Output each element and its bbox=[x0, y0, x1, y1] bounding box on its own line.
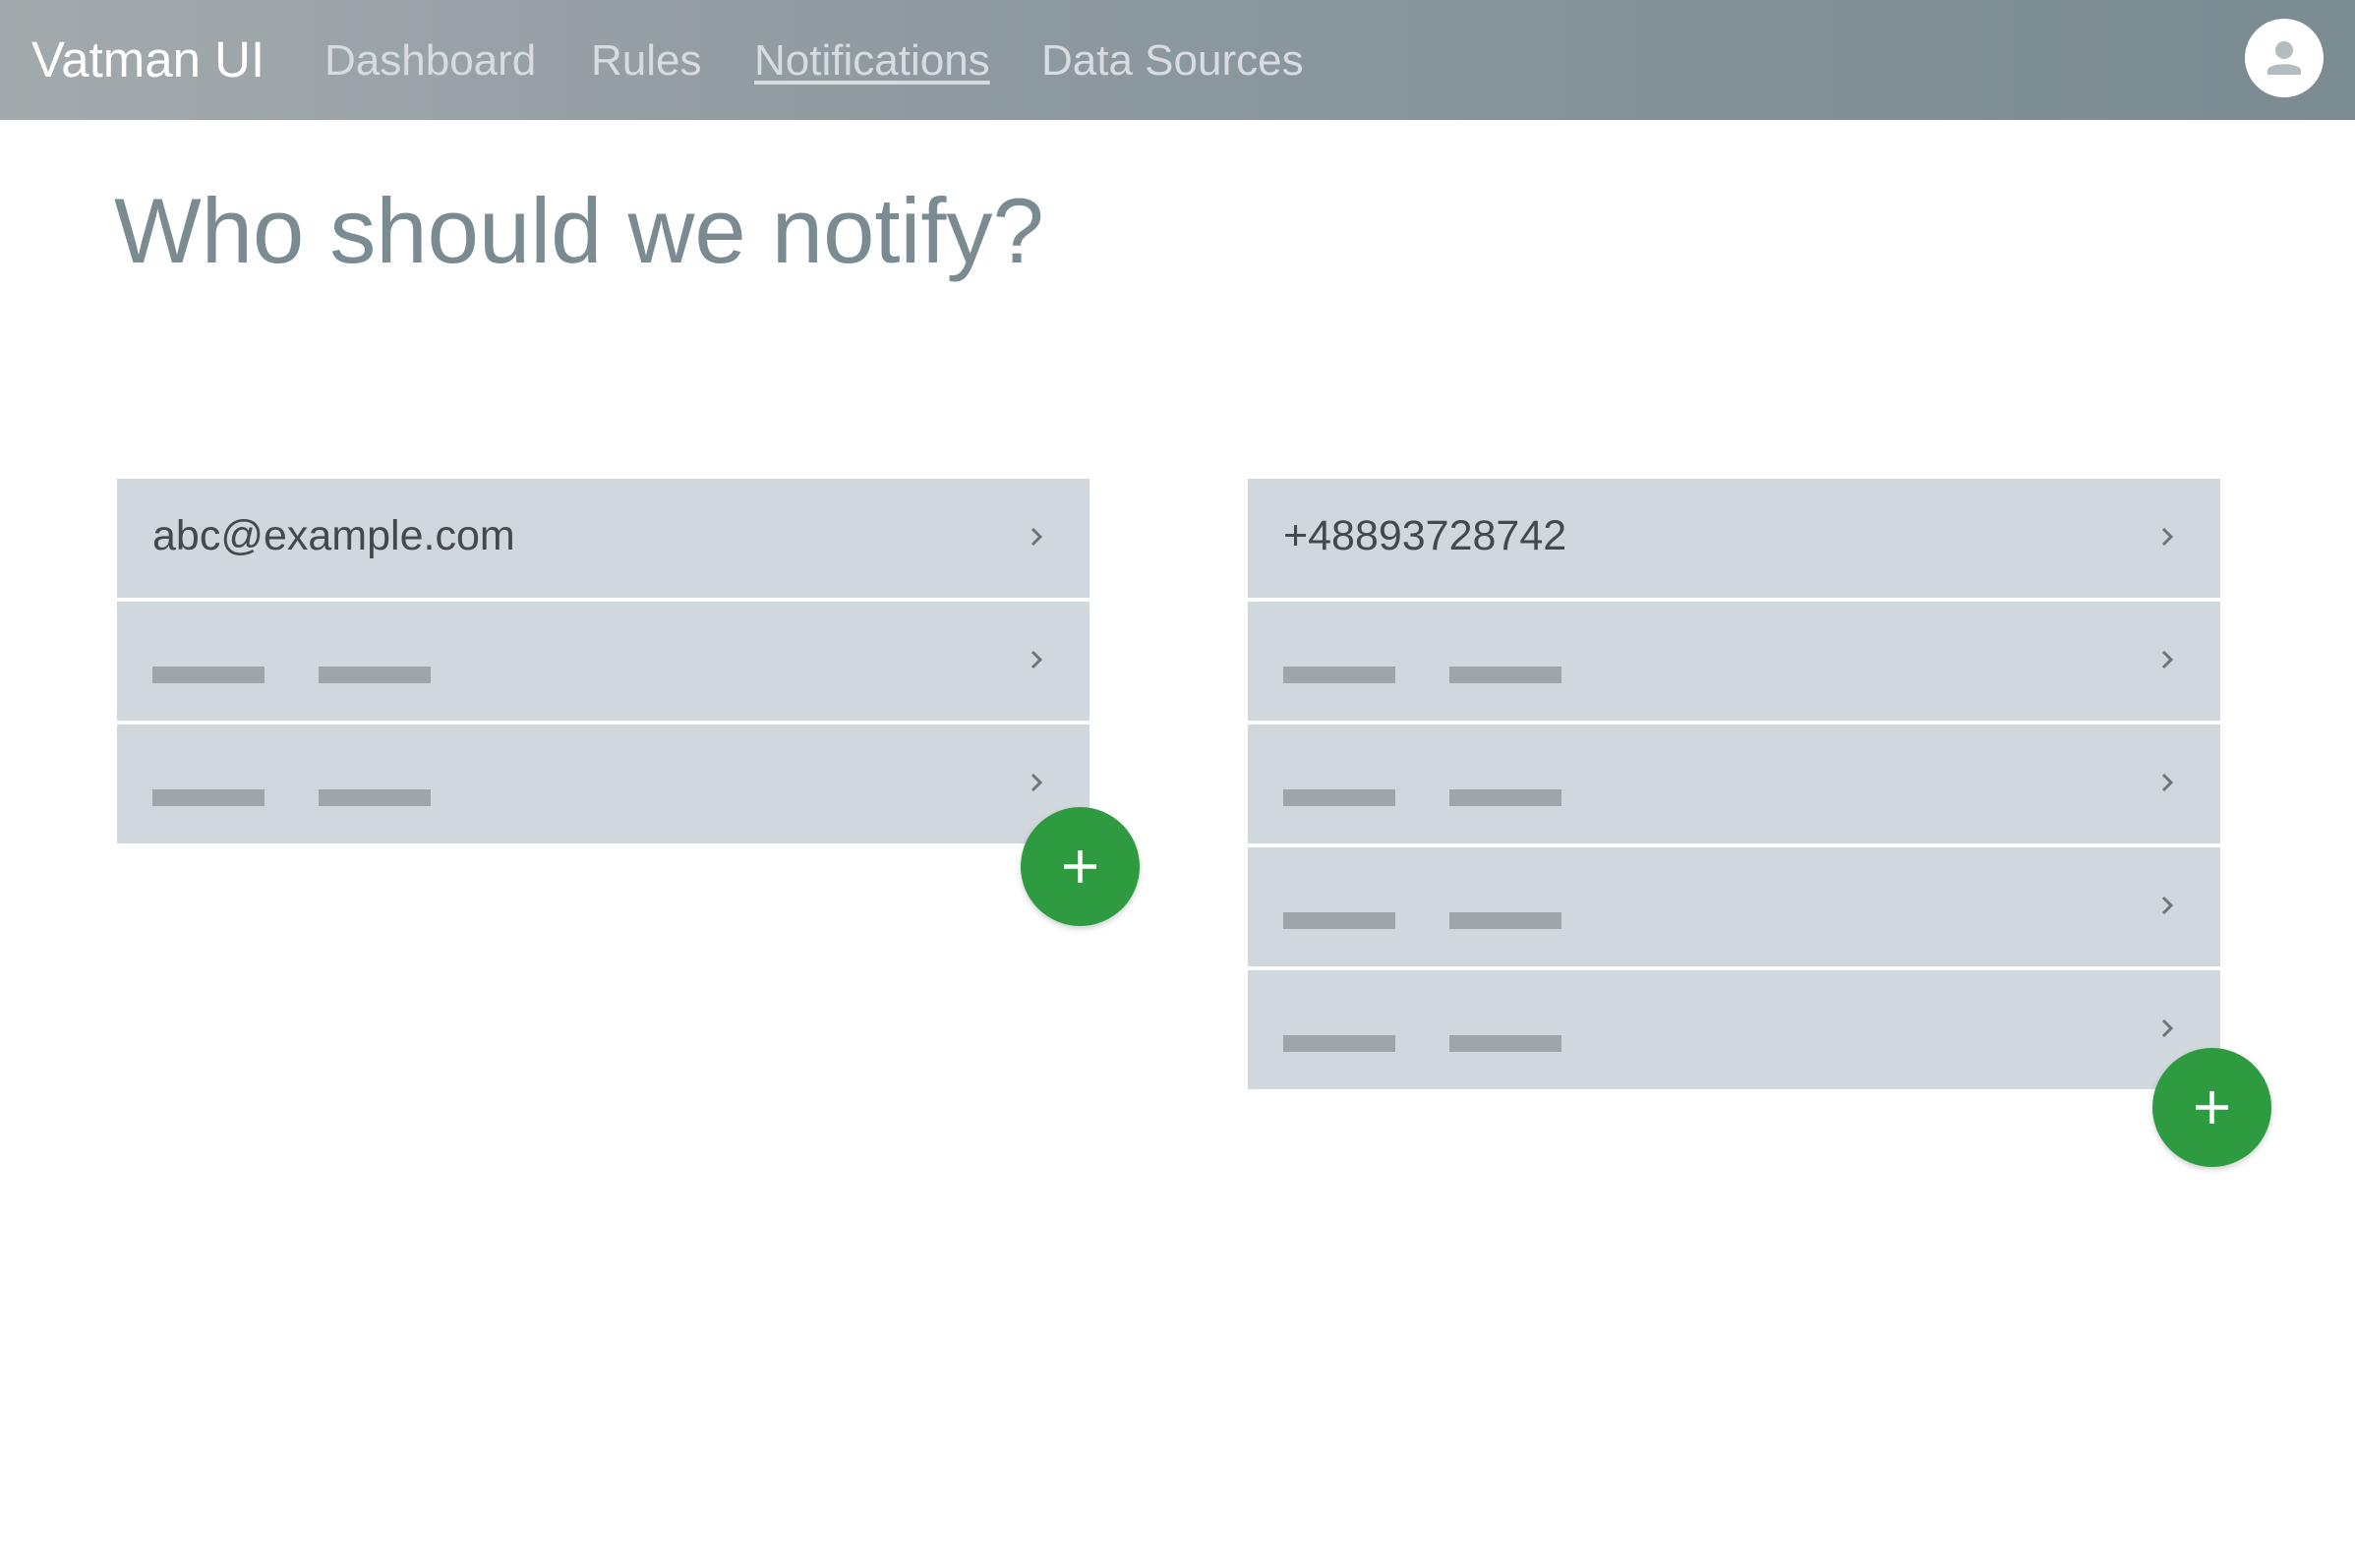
list-item-placeholder[interactable] bbox=[1248, 847, 2220, 966]
chevron-right-icon bbox=[1030, 773, 1043, 792]
list-item-placeholder[interactable] bbox=[1248, 725, 2220, 843]
page-title: Who should we notify? bbox=[114, 179, 1044, 282]
list-item-placeholder[interactable] bbox=[117, 725, 1089, 843]
chevron-right-icon bbox=[2161, 527, 2174, 547]
nav-rules[interactable]: Rules bbox=[591, 33, 702, 88]
placeholder-bar bbox=[319, 667, 431, 683]
placeholder-bar bbox=[1449, 789, 1561, 806]
add-phone-button[interactable] bbox=[2152, 1048, 2271, 1167]
placeholder-bar bbox=[1283, 789, 1395, 806]
list-item[interactable]: abc@example.com bbox=[117, 479, 1089, 598]
chevron-right-icon bbox=[2161, 650, 2174, 669]
chevron-right-icon bbox=[2161, 773, 2174, 792]
placeholder-bar bbox=[152, 789, 265, 806]
placeholder-bar bbox=[1283, 912, 1395, 929]
placeholder-bar bbox=[152, 667, 265, 683]
phone-number: +48893728742 bbox=[1283, 512, 1567, 559]
list-item-placeholder[interactable] bbox=[117, 602, 1089, 721]
email-address: abc@example.com bbox=[152, 512, 515, 559]
placeholder-bar bbox=[1449, 667, 1561, 683]
placeholder-bar bbox=[1449, 1035, 1561, 1052]
placeholder-bar bbox=[319, 789, 431, 806]
chevron-right-icon bbox=[2161, 1018, 2174, 1038]
email-recipients-list: abc@example.com bbox=[117, 479, 1089, 847]
placeholder-bar bbox=[1449, 912, 1561, 929]
placeholder-bar bbox=[1283, 1035, 1395, 1052]
chevron-right-icon bbox=[2161, 896, 2174, 915]
phone-recipients-list: +48893728742 bbox=[1248, 479, 2220, 1093]
top-navbar: Vatman UI Dashboard Rules Notifications … bbox=[0, 0, 2355, 120]
user-avatar-icon bbox=[2267, 41, 2301, 75]
chevron-right-icon bbox=[1030, 650, 1043, 669]
plus-icon bbox=[1064, 850, 1096, 883]
nav-data-sources[interactable]: Data Sources bbox=[1041, 33, 1304, 88]
chevron-right-icon bbox=[1030, 527, 1043, 547]
list-item[interactable]: +48893728742 bbox=[1248, 479, 2220, 598]
nav-dashboard[interactable]: Dashboard bbox=[324, 33, 536, 88]
list-item-placeholder[interactable] bbox=[1248, 970, 2220, 1089]
plus-icon bbox=[2196, 1091, 2228, 1124]
list-item-placeholder[interactable] bbox=[1248, 602, 2220, 721]
placeholder-bar bbox=[1283, 667, 1395, 683]
brand-title[interactable]: Vatman UI bbox=[31, 29, 265, 90]
user-avatar-button[interactable] bbox=[2245, 19, 2324, 97]
add-email-button[interactable] bbox=[1021, 807, 1140, 926]
nav-notifications[interactable]: Notifications bbox=[754, 33, 990, 88]
